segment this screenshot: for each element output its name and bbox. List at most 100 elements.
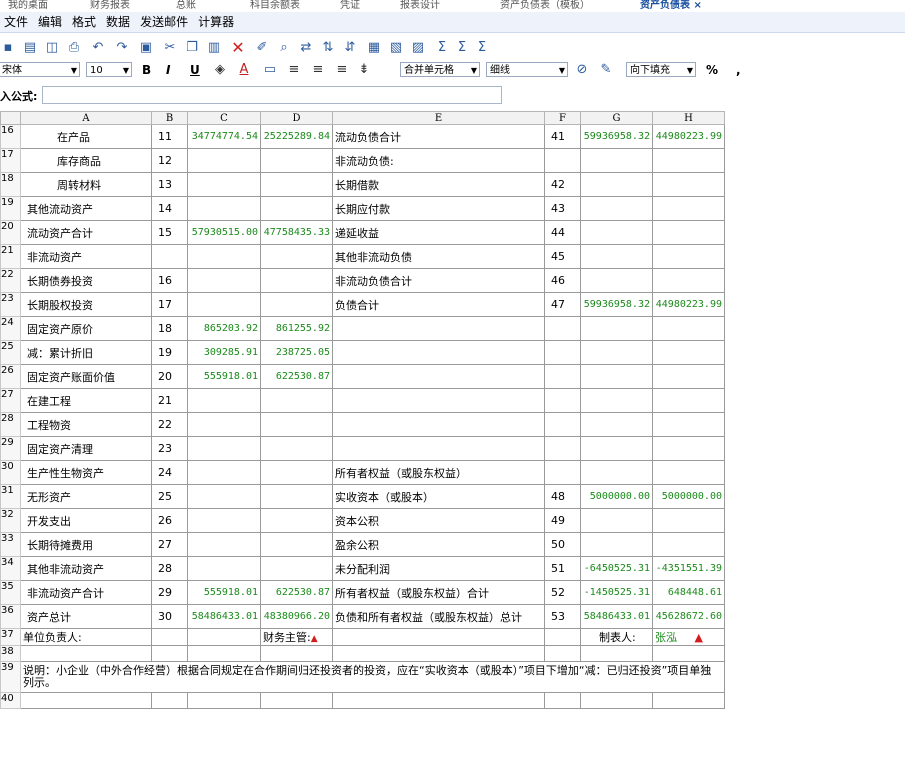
menu-send-mail[interactable]: 发送邮件	[140, 12, 188, 32]
italic-button[interactable]: I	[166, 62, 170, 78]
liability-opening-balance-cell[interactable]	[652, 220, 725, 245]
column-header[interactable]: C	[187, 111, 261, 125]
liability-line-number-cell[interactable]: 49	[544, 508, 581, 533]
asset-line-number-cell[interactable]: 16	[151, 268, 188, 293]
liability-item-cell[interactable]: 实收资本（或股本）	[332, 484, 545, 509]
asset-ending-balance-cell[interactable]: 865203.92	[187, 316, 261, 341]
note-cell[interactable]: 说明：小企业（中外合作经营）根据合同规定在合作期间归还投资者的投资，应在“实收资…	[20, 661, 725, 693]
liability-opening-balance-cell[interactable]: 648448.61	[652, 580, 725, 605]
liability-item-cell[interactable]: 流动负债合计	[332, 124, 545, 149]
asset-line-number-cell[interactable]: 11	[151, 124, 188, 149]
asset-ending-balance-cell[interactable]	[187, 484, 261, 509]
asset-ending-balance-cell[interactable]	[187, 172, 261, 197]
border-style-select[interactable]: 细线 ▼	[486, 62, 568, 77]
liability-opening-balance-cell[interactable]	[652, 388, 725, 413]
asset-opening-balance-cell[interactable]: 238725.05	[260, 340, 333, 365]
percent-button[interactable]: %	[706, 62, 718, 78]
liability-item-cell[interactable]	[332, 388, 545, 413]
table-cell[interactable]	[544, 645, 581, 662]
liability-opening-balance-cell[interactable]	[652, 460, 725, 485]
print-icon[interactable]: ⎙	[66, 40, 82, 56]
column-header[interactable]: D	[260, 111, 333, 125]
liability-line-number-cell[interactable]: 48	[544, 484, 581, 509]
table-cell[interactable]	[544, 692, 581, 709]
asset-item-cell[interactable]: 非流动资产合计	[20, 580, 152, 605]
liability-ending-balance-cell[interactable]: 59936958.32	[580, 292, 653, 317]
redo-icon[interactable]: ↷	[114, 40, 130, 56]
insert-image-icon[interactable]: ▣	[138, 40, 154, 56]
column-header[interactable]: H	[652, 111, 725, 125]
liability-ending-balance-cell[interactable]	[580, 460, 653, 485]
liability-opening-balance-cell[interactable]	[652, 364, 725, 389]
sum-column-icon[interactable]: Σ	[474, 40, 490, 56]
paste-icon[interactable]: ▥	[206, 40, 222, 56]
liability-opening-balance-cell[interactable]	[652, 316, 725, 341]
asset-opening-balance-cell[interactable]	[260, 268, 333, 293]
asset-line-number-cell[interactable]: 22	[151, 412, 188, 437]
fill-down-select[interactable]: 向下填充 ▼	[626, 62, 696, 77]
table-cell[interactable]	[151, 628, 188, 646]
table-cell[interactable]	[187, 645, 261, 662]
print-preview-icon[interactable]: ◫	[44, 40, 60, 56]
sum-row-icon[interactable]: Σ	[454, 40, 470, 56]
table-cell[interactable]	[151, 645, 188, 662]
finance-label-cell[interactable]: 财务主管:▲	[260, 628, 333, 646]
asset-line-number-cell[interactable]: 24	[151, 460, 188, 485]
asset-line-number-cell[interactable]: 15	[151, 220, 188, 245]
save-icon[interactable]: ▪	[0, 40, 16, 56]
tab-balance-sheet-template[interactable]: 资产负债表（模板）	[500, 0, 590, 9]
asset-line-number-cell[interactable]: 20	[151, 364, 188, 389]
table-cell[interactable]	[332, 628, 545, 646]
liability-ending-balance-cell[interactable]	[580, 532, 653, 557]
liability-ending-balance-cell[interactable]	[580, 316, 653, 341]
asset-line-number-cell[interactable]: 28	[151, 556, 188, 581]
preparer-name-cell[interactable]: 张泓 ▲	[652, 628, 725, 646]
asset-ending-balance-cell[interactable]: 555918.01	[187, 364, 261, 389]
asset-line-number-cell[interactable]: 25	[151, 484, 188, 509]
table-cell[interactable]	[332, 692, 545, 709]
liability-line-number-cell[interactable]: 43	[544, 196, 581, 221]
tab-general-ledger[interactable]: 总账	[176, 0, 196, 9]
asset-item-cell[interactable]: 生产性生物资产	[20, 460, 152, 485]
asset-item-cell[interactable]: 工程物资	[20, 412, 152, 437]
format-painter-icon[interactable]: ✐	[254, 40, 270, 56]
align-right-icon[interactable]: ≡	[334, 62, 350, 78]
column-header[interactable]: A	[20, 111, 152, 125]
asset-ending-balance-cell[interactable]: 57930515.00	[187, 220, 261, 245]
table-cell[interactable]	[20, 692, 152, 709]
table-cell[interactable]	[20, 645, 152, 662]
asset-item-cell[interactable]: 在产品	[20, 124, 152, 149]
liability-opening-balance-cell[interactable]: 44980223.99	[652, 124, 725, 149]
asset-opening-balance-cell[interactable]	[260, 148, 333, 173]
tab-desktop[interactable]: 我的桌面	[8, 0, 48, 9]
asset-opening-balance-cell[interactable]	[260, 196, 333, 221]
asset-item-cell[interactable]: 其他流动资产	[20, 196, 152, 221]
asset-ending-balance-cell[interactable]	[187, 460, 261, 485]
column-header[interactable]: G	[580, 111, 653, 125]
menu-file[interactable]: 文件	[4, 12, 28, 32]
asset-opening-balance-cell[interactable]: 25225289.84	[260, 124, 333, 149]
asset-line-number-cell[interactable]: 19	[151, 340, 188, 365]
asset-opening-balance-cell[interactable]: 622530.87	[260, 364, 333, 389]
cut-icon[interactable]: ✂	[162, 40, 178, 56]
asset-line-number-cell[interactable]: 21	[151, 388, 188, 413]
menu-format[interactable]: 格式	[72, 12, 96, 32]
tab-financial-reports[interactable]: 财务报表	[90, 0, 130, 9]
menu-calculator[interactable]: 计算器	[198, 12, 234, 32]
insert-row-icon[interactable]: ▦	[366, 40, 382, 56]
liability-line-number-cell[interactable]: 44	[544, 220, 581, 245]
liability-ending-balance-cell[interactable]: 59936958.32	[580, 124, 653, 149]
asset-item-cell[interactable]: 流动资产合计	[20, 220, 152, 245]
asset-item-cell[interactable]: 在建工程	[20, 388, 152, 413]
border-icon[interactable]: ▭	[262, 62, 278, 78]
table-cell[interactable]	[187, 628, 261, 646]
liability-item-cell[interactable]: 其他非流动负债	[332, 244, 545, 269]
asset-line-number-cell[interactable]: 26	[151, 508, 188, 533]
liability-opening-balance-cell[interactable]	[652, 196, 725, 221]
font-color-icon[interactable]: A	[236, 62, 252, 78]
asset-ending-balance-cell[interactable]	[187, 292, 261, 317]
asset-opening-balance-cell[interactable]	[260, 292, 333, 317]
asset-line-number-cell[interactable]	[151, 244, 188, 269]
tab-account-balance[interactable]: 科目余额表	[250, 0, 300, 9]
liability-opening-balance-cell[interactable]: 5000000.00	[652, 484, 725, 509]
